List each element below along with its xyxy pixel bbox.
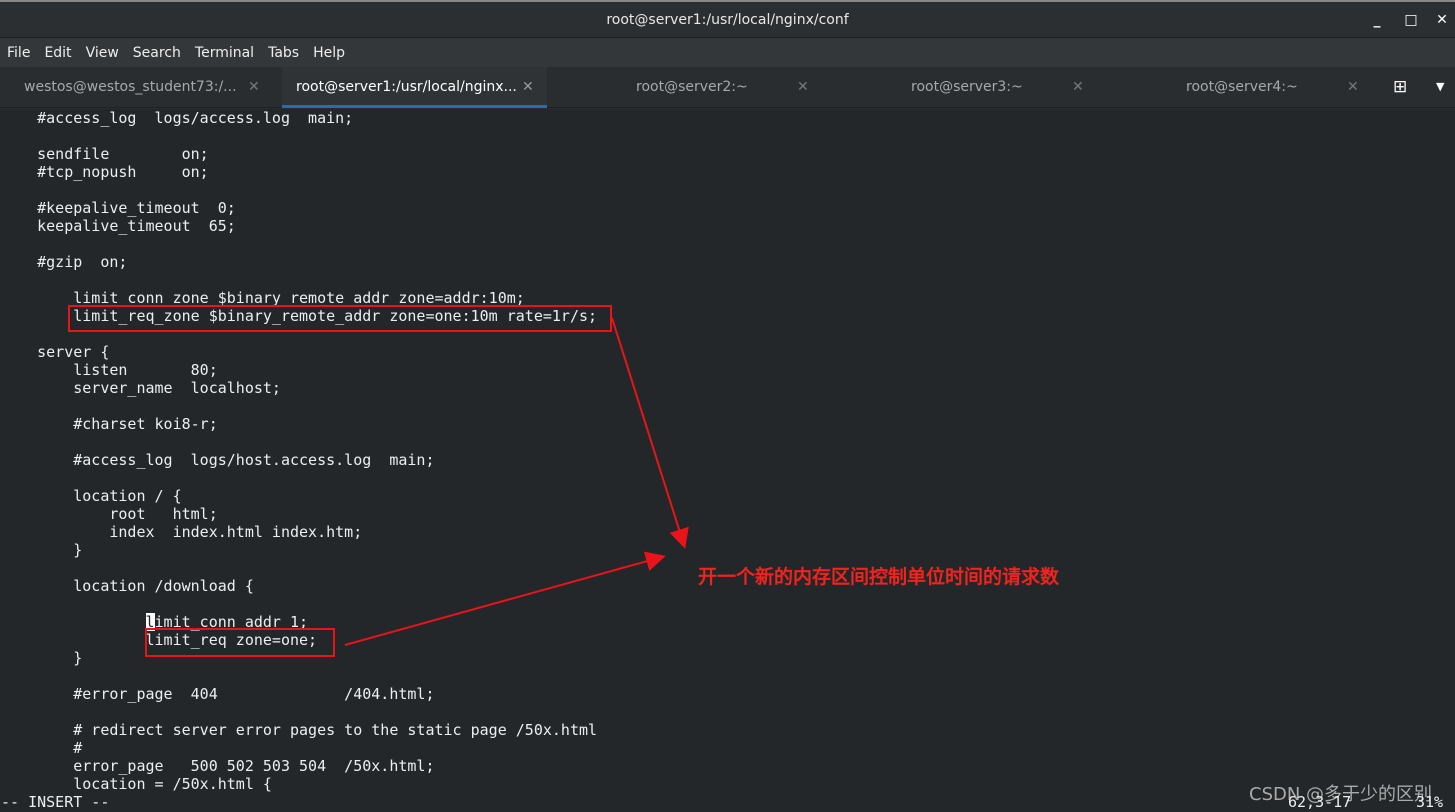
arrow-1 bbox=[611, 317, 689, 549]
annotation-text: 开一个新的内存区间控制单位时间的请求数 bbox=[698, 566, 1060, 588]
arrow-2 bbox=[344, 551, 666, 646]
scroll-percent: 31% bbox=[1416, 793, 1444, 811]
cursor-position: 62,3-17 bbox=[1288, 793, 1352, 811]
annotation-arrows bbox=[344, 317, 689, 646]
